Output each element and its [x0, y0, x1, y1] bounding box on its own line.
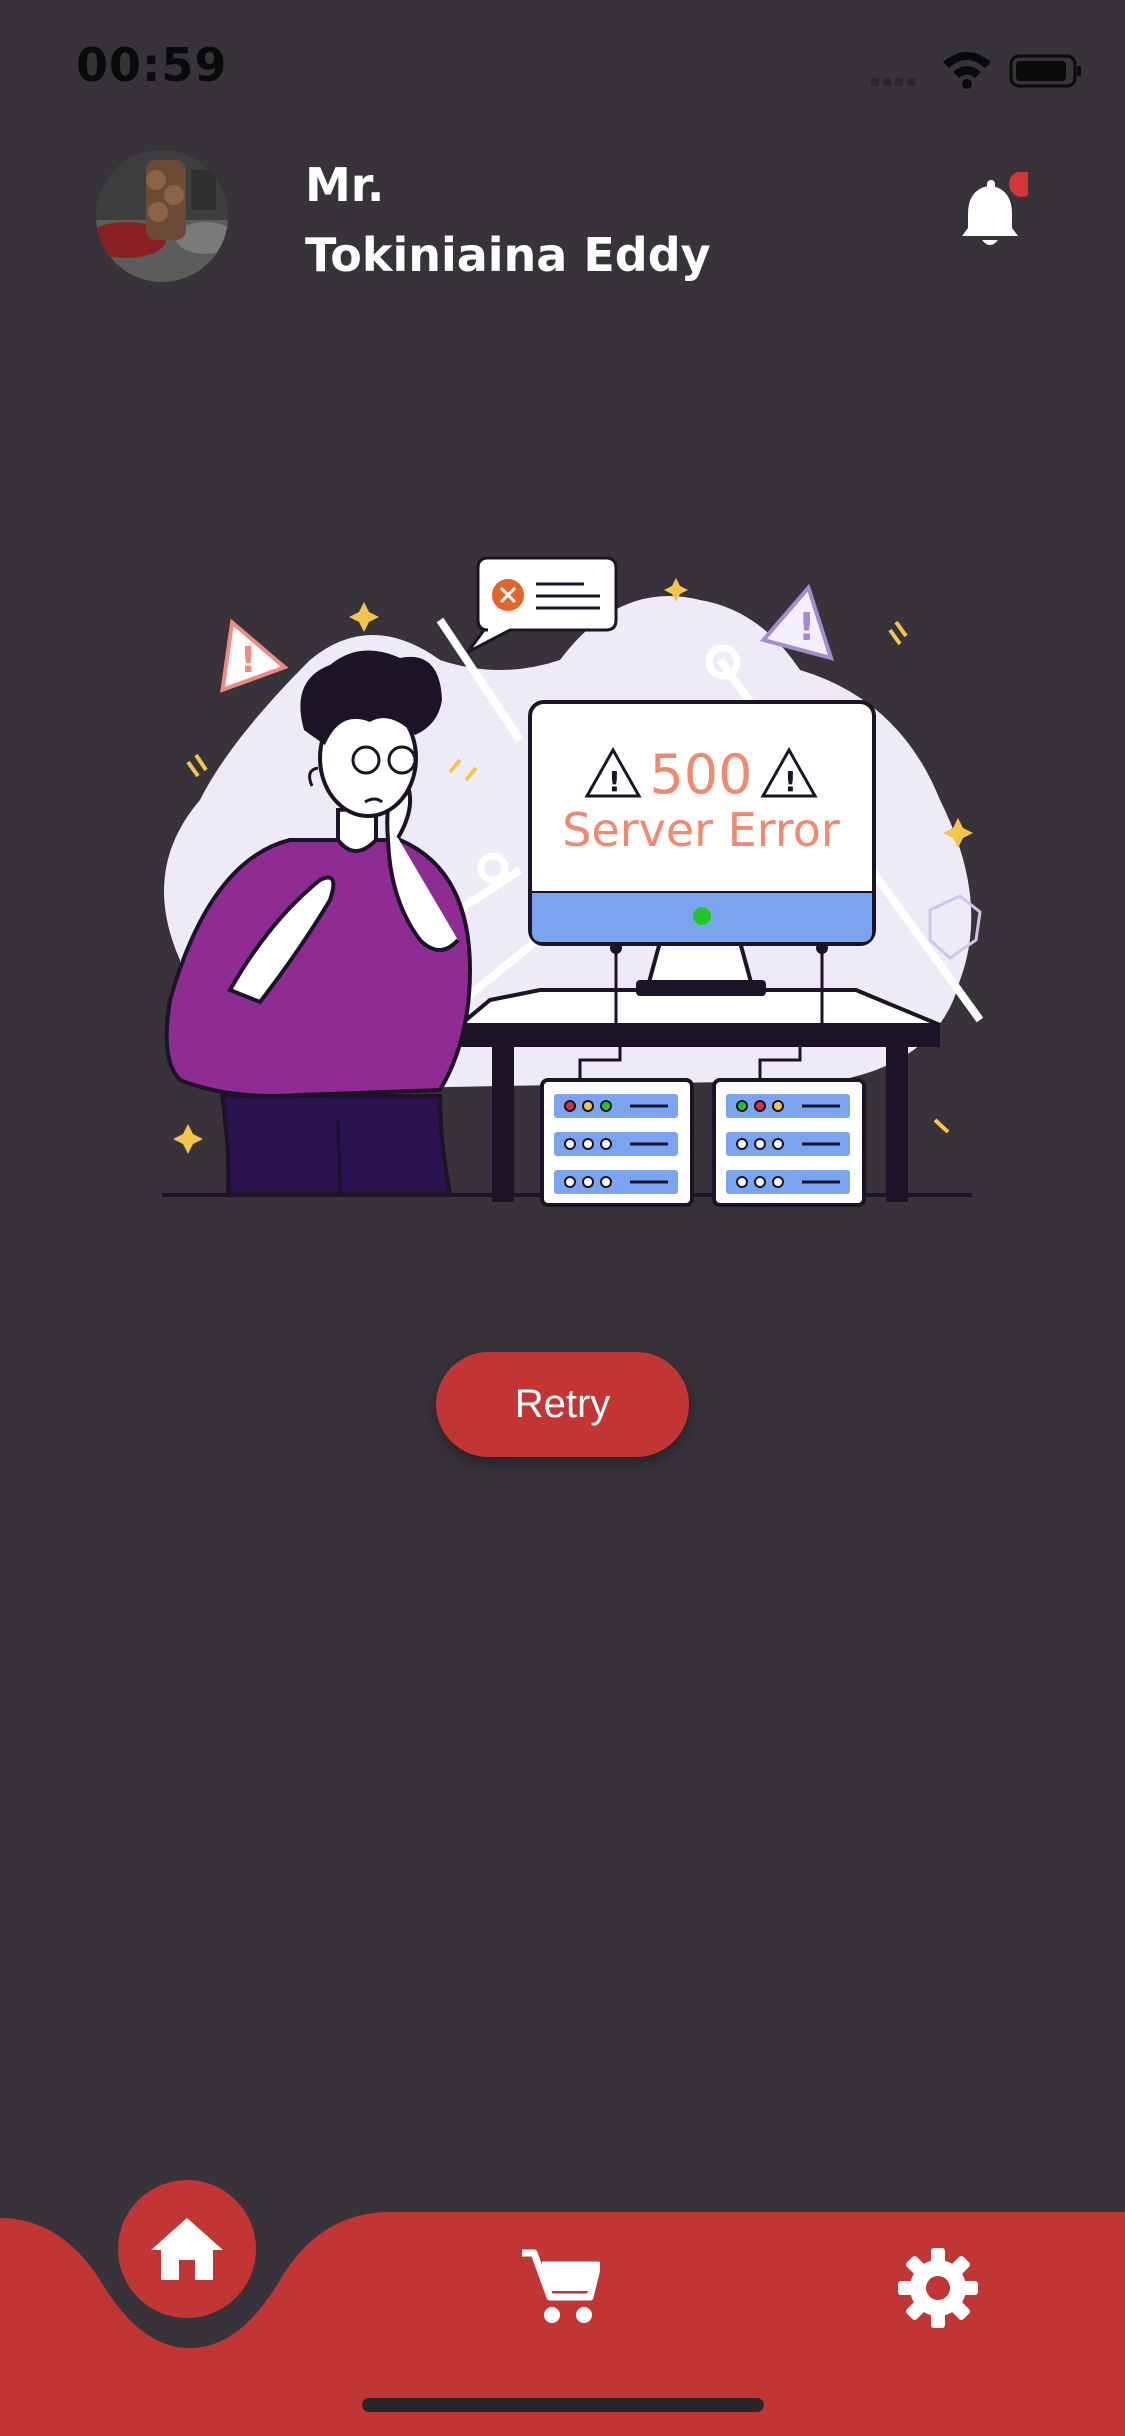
nav-settings-button[interactable]	[898, 2248, 978, 2328]
svg-text:!: !	[240, 640, 256, 681]
server-error-illustration: ! ! ! ! 500 Server Error	[140, 540, 1000, 1230]
gear-icon	[898, 2248, 978, 2328]
svg-text:!: !	[608, 765, 621, 798]
status-time: 00:59	[76, 38, 228, 92]
home-indicator	[362, 2398, 764, 2412]
battery-icon	[1009, 54, 1081, 88]
user-name: Mr. Tokiniaina Eddy	[305, 150, 711, 290]
server-rack-icon	[712, 1078, 866, 1207]
status-icons	[871, 48, 1081, 96]
signal-icon	[871, 78, 915, 86]
error-message: Server Error	[562, 803, 840, 857]
notification-dot	[1009, 171, 1035, 197]
retry-button[interactable]: Retry	[436, 1352, 689, 1457]
cart-icon	[522, 2249, 602, 2323]
nav-home-button[interactable]	[118, 2180, 256, 2318]
error-code: 500	[649, 743, 752, 806]
svg-text:!: !	[798, 605, 815, 649]
home-icon	[151, 2218, 223, 2280]
notification-button[interactable]	[958, 171, 1035, 252]
user-name-line1: Mr.	[305, 158, 385, 212]
wifi-icon	[943, 52, 991, 89]
status-bar: 00:59	[0, 0, 1125, 140]
svg-text:!: !	[784, 765, 797, 798]
bell-icon	[962, 171, 1035, 245]
nav-cart-button[interactable]	[520, 2247, 602, 2327]
warning-triangle-icon: !	[220, 618, 289, 693]
avatar[interactable]	[96, 150, 228, 282]
header: Mr. Tokiniaina Eddy	[0, 140, 1125, 300]
user-name-line2: Tokiniaina Eddy	[305, 228, 711, 282]
server-rack-icon	[540, 1078, 694, 1207]
